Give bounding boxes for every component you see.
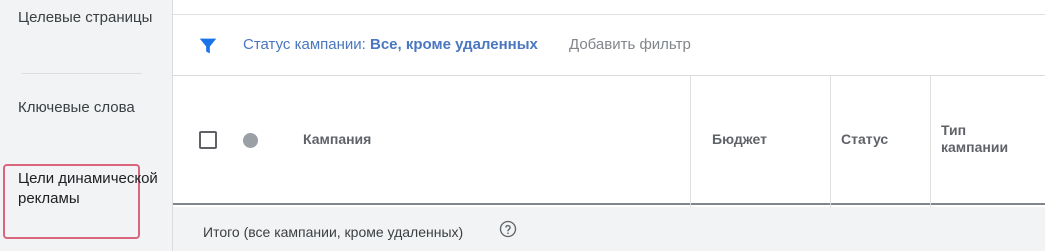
filter-icon[interactable] (197, 35, 219, 57)
total-row: Итого (все кампании, кроме удаленных) (173, 207, 1045, 251)
left-navigation: Целевые страницы Ключевые слова Цели дин… (0, 0, 173, 251)
column-header-campaign[interactable]: Кампания (303, 131, 371, 148)
filter-value: Все, кроме удаленных (369, 36, 538, 53)
filter-label: Статус кампании: (243, 36, 366, 53)
sidebar-item-landing-pages[interactable]: Целевые страницы (18, 8, 158, 28)
select-all-checkbox[interactable] (199, 131, 217, 149)
top-strip (173, 0, 1045, 15)
status-dot-icon (243, 133, 258, 148)
nav-divider (22, 73, 142, 74)
column-header-status[interactable]: Статус (841, 131, 888, 148)
total-label: Итого (все кампании, кроме удаленных) (203, 224, 464, 240)
main-content: Статус кампании: Все, кроме удаленных До… (173, 0, 1045, 251)
column-header-campaign-type[interactable]: Тип кампании (941, 122, 1031, 156)
sidebar-item-keywords[interactable]: Ключевые слова (18, 98, 158, 118)
add-filter-button[interactable]: Добавить фильтр (569, 36, 691, 54)
campaign-status-filter[interactable]: Статус кампании: Все, кроме удаленных (243, 36, 538, 54)
help-icon[interactable] (499, 220, 517, 238)
column-header-budget[interactable]: Бюджет (712, 131, 767, 148)
filter-bar: Статус кампании: Все, кроме удаленных До… (173, 15, 1045, 76)
sidebar-item-dynamic-ad-targets[interactable]: Цели динамической рекламы (18, 169, 158, 209)
